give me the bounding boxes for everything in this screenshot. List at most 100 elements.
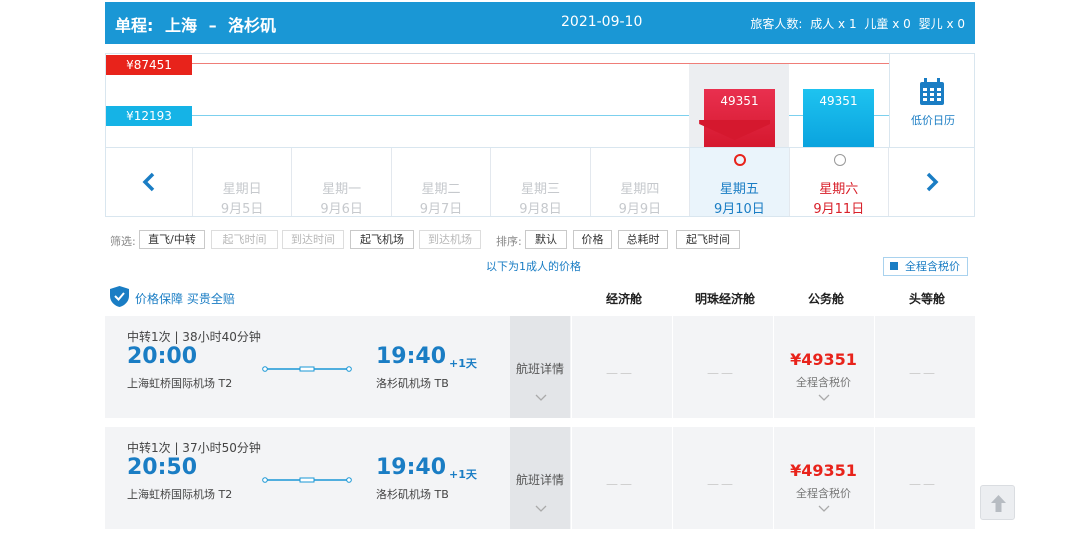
adult-count: 成人 x 1 (810, 17, 857, 31)
destination-city: 洛杉矶 (228, 16, 277, 35)
filter-departure-airport[interactable]: 起飞机场 (350, 230, 414, 249)
day-weekday: 星期三 (520, 182, 560, 197)
price-trend-chart: ¥87451 ¥12193 49351 49351 低价日历 (105, 53, 975, 148)
prev-week-button[interactable] (106, 148, 192, 216)
route-line-icon (262, 477, 352, 483)
sort-default[interactable]: 默认 (525, 230, 567, 249)
flight-details-button[interactable]: 航班详情 (510, 427, 570, 529)
day-mon[interactable]: 星期一 9月6日 (291, 148, 390, 217)
price-bar-saturday[interactable]: 49351 (803, 89, 874, 147)
filter-arrival-time[interactable]: 到达时间 (282, 230, 344, 249)
day-wed[interactable]: 星期三 9月8日 (490, 148, 589, 217)
business-cell[interactable]: ¥49351 全程含税价 (773, 316, 873, 418)
highest-price-tag: ¥87451 (106, 55, 192, 75)
details-label: 航班详情 (515, 362, 564, 376)
business-cell[interactable]: ¥49351 全程含税价 (773, 427, 873, 529)
premium-economy-cell: —— (672, 427, 772, 529)
first-class-cell: —— (874, 427, 974, 529)
trip-type: 单程: (115, 16, 154, 35)
day-weekday: 星期五 (719, 182, 759, 197)
tax-included-label: 全程含税价 (796, 487, 851, 500)
passenger-count: 旅客人数: 成人 x 1 儿童 x 0 婴儿 x 0 (746, 15, 965, 32)
day-sun[interactable]: 星期日 9月5日 (191, 148, 291, 217)
no-fare: —— (707, 366, 735, 380)
low-price-calendar-button[interactable]: 低价日历 (889, 54, 975, 148)
details-label: 航班详情 (515, 473, 564, 487)
flight-details-button[interactable]: 航班详情 (510, 316, 570, 418)
day-date: 9月8日 (519, 202, 562, 217)
arrival-time: 19:40 (376, 455, 447, 480)
filter-label: 筛选: (110, 235, 136, 248)
premium-economy-cell: —— (672, 316, 772, 418)
cabin-first-header: 头等舱 (908, 292, 945, 306)
chevron-down-icon (535, 394, 547, 401)
filter-departure-time[interactable]: 起飞时间 (211, 230, 278, 249)
day-weekday: 星期四 (620, 182, 660, 197)
selected-dot (734, 154, 747, 166)
arrival-airport: 洛杉矶机场 TB (376, 488, 449, 501)
day-date: 9月5日 (220, 202, 264, 217)
day-date: 9月6日 (320, 202, 363, 217)
day-weekday: 星期日 (222, 182, 262, 197)
cabin-business-header: 公务舱 (807, 292, 844, 306)
origin-city: 上海 (164, 16, 197, 35)
tax-included-label: 全程含税价 (796, 376, 851, 389)
chevron-right-icon (926, 172, 939, 192)
no-fare: —— (707, 477, 735, 491)
tax-toggle-label: 全程含税价 (905, 260, 960, 273)
route-line-icon (262, 366, 352, 372)
departure-date: 2021-09-10 (561, 14, 643, 30)
day-dot (833, 154, 846, 166)
passengers-label: 旅客人数: (750, 17, 803, 31)
chevron-down-icon (535, 505, 547, 512)
price-guarantee[interactable]: 价格保障 买贵全赔 (135, 290, 235, 307)
economy-cell: —— (571, 316, 671, 418)
route-separator: – (208, 16, 217, 35)
chevron-down-icon (818, 505, 830, 512)
no-fare: —— (606, 366, 634, 380)
flight-row[interactable]: 中转1次 | 37小时50分钟 20:50 上海虹桥国际机场 T2 19:40 … (105, 427, 975, 529)
filter-direct-transfer[interactable]: 直飞/中转 (139, 230, 205, 249)
sort-label: 排序: (496, 235, 522, 248)
day-weekday: 星期六 (819, 182, 859, 197)
chevron-down-icon (818, 394, 830, 401)
price-bar-friday[interactable]: 49351 (704, 89, 775, 147)
business-price[interactable]: ¥49351 (774, 461, 873, 480)
business-price[interactable]: ¥49351 (774, 350, 873, 369)
day-tue[interactable]: 星期二 9月7日 (390, 148, 490, 217)
day-sat[interactable]: 星期六 9月11日 (788, 148, 888, 217)
infant-count: 婴儿 x 0 (918, 17, 965, 31)
day-weekday: 星期二 (421, 182, 461, 197)
next-day-badge: +1天 (449, 357, 477, 370)
day-fri-selected[interactable]: 星期五 9月10日 (689, 120, 789, 217)
first-class-cell: —— (874, 316, 974, 418)
calendar-icon (920, 78, 944, 105)
no-fare: —— (606, 477, 634, 491)
back-to-top-button[interactable] (980, 485, 1015, 520)
shield-icon (110, 286, 129, 307)
tax-included-toggle[interactable]: 全程含税价 (883, 257, 968, 276)
next-day-badge: +1天 (449, 468, 477, 481)
arrival-airport: 洛杉矶机场 TB (376, 377, 449, 390)
day-thu[interactable]: 星期四 9月9日 (589, 148, 689, 217)
date-selector: 星期日 9月5日 星期一 9月6日 星期二 9月7日 星期三 9月8日 星期四 … (105, 120, 975, 217)
cabin-premium-economy-header: 明珠经济舱 (694, 292, 755, 306)
route-title: 单程: 上海 – 洛杉矶 (115, 12, 282, 36)
arrow-up-icon (991, 495, 1006, 512)
guarantee-label: 价格保障 (135, 292, 184, 306)
filter-arrival-airport[interactable]: 到达机场 (419, 230, 481, 249)
guarantee-claim: 买贵全赔 (186, 292, 235, 306)
day-date: 9月7日 (419, 202, 463, 217)
day-date: 9月10日 (713, 202, 765, 217)
sort-departure-time[interactable]: 起飞时间 (676, 230, 740, 249)
sort-price[interactable]: 价格 (573, 230, 612, 249)
child-count: 儿童 x 0 (864, 17, 911, 31)
search-header: 单程: 上海 – 洛杉矶 2021-09-10 旅客人数: 成人 x 1 儿童 … (105, 2, 975, 44)
sort-duration[interactable]: 总耗时 (618, 230, 668, 249)
lowest-price-tag: ¥12193 (106, 106, 192, 126)
departure-time: 20:00 (127, 344, 198, 369)
departure-airport: 上海虹桥国际机场 T2 (127, 488, 233, 501)
next-week-button[interactable] (888, 148, 974, 216)
flight-row[interactable]: 中转1次 | 38小时40分钟 20:00 上海虹桥国际机场 T2 19:40 … (105, 316, 975, 418)
no-fare: —— (909, 366, 937, 380)
